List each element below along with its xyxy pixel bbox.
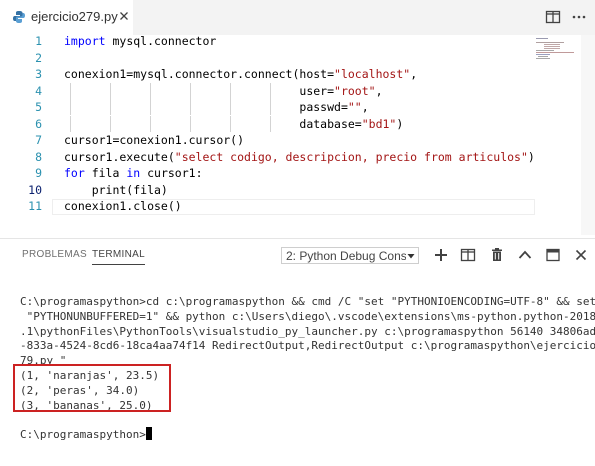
code-token: passwd= [64, 100, 348, 114]
line-number: 4 [35, 83, 42, 98]
more-actions-icon[interactable] [571, 9, 587, 25]
line-number-gutter: 1 2 3 4 5 6 7 8 9 10 11 [0, 34, 52, 235]
code-token: database= [64, 116, 362, 131]
indent-guide [230, 115, 231, 132]
code-keyword: import [64, 34, 106, 48]
indent-guide [110, 115, 111, 132]
code-token: user= [64, 83, 335, 98]
terminal-line-text: -833a-4524-8cd6-18ca4aa74f14 RedirectOut… [20, 339, 595, 353]
code-keyword: for [64, 166, 85, 180]
line-number: 5 [35, 100, 42, 114]
terminal-line: "PYTHONUNBUFFERED=1" && python c:\Users\… [20, 309, 595, 324]
code-string: "select codigo, descripcion, precio from… [174, 149, 528, 164]
indent-guide [270, 115, 271, 132]
terminal-select[interactable]: 2: Python Debug Consc [281, 247, 419, 264]
close-panel-icon[interactable] [573, 247, 589, 263]
indent-guide [70, 115, 71, 132]
indent-guide [110, 99, 111, 115]
code-token: , [410, 67, 418, 81]
code-line: conexion1.close() [64, 198, 182, 215]
code-line: cursor1.execute("select codigo, descripc… [64, 149, 535, 166]
indent-guide [70, 99, 71, 115]
tab-terminal[interactable]: TERMINAL [92, 249, 145, 265]
indent-guide [190, 82, 191, 99]
code-line: import mysql.connector [64, 33, 216, 50]
chevron-up-icon[interactable] [517, 247, 533, 263]
code-token: conexion1.close() [64, 199, 182, 213]
terminal-line: -833a-4524-8cd6-18ca4aa74f14 RedirectOut… [20, 338, 595, 353]
trash-icon[interactable] [489, 247, 505, 263]
line-number: 6 [35, 116, 42, 131]
terminal-line-text: "PYTHONUNBUFFERED=1" && python c:\Users\… [20, 309, 595, 323]
line-number: 2 [35, 50, 42, 65]
code-line: conexion1=mysql.connector.connect(host="… [64, 66, 417, 83]
line-number: 11 [28, 199, 42, 213]
code-string: "localhost" [334, 67, 411, 81]
code-line: database="bd1") [64, 116, 403, 133]
code-token: print(fila) [64, 182, 168, 197]
dropdown-arrow-icon [407, 254, 415, 259]
indent-guide [150, 115, 151, 132]
code-token: cursor1: [140, 166, 203, 180]
split-terminal-icon[interactable] [460, 247, 476, 263]
line-number: 7 [35, 133, 42, 147]
terminal-line-text: .1\pythonFiles\PythonTools\visualstudio_… [20, 324, 595, 338]
code-line: print(fila) [64, 182, 168, 199]
code-string: "" [347, 100, 362, 114]
terminal-line: .1\pythonFiles\PythonTools\visualstudio_… [20, 324, 595, 339]
code-token: cursor1=conexion1.cursor() [64, 133, 245, 147]
code-editor[interactable]: 1 2 3 4 5 6 7 8 9 10 11 import mysql.connector cone… [0, 33, 595, 235]
maximize-panel-icon[interactable] [545, 247, 561, 263]
code-string: "bd1" [361, 116, 397, 131]
close-icon[interactable] [116, 8, 132, 24]
indent-guide [190, 115, 191, 132]
code-token: mysql.connector [105, 34, 217, 48]
code-token: ) [396, 116, 404, 131]
split-editor-icon[interactable] [545, 9, 561, 25]
indent-guide [270, 82, 271, 99]
editor-tab-bar: ejercicio279.py [0, 0, 595, 35]
output-highlight-box [13, 364, 171, 412]
terminal-cursor [145, 427, 152, 441]
new-terminal-icon[interactable] [433, 247, 449, 263]
terminal-line-text: C:\programaspython> [20, 428, 146, 442]
line-number: 3 [35, 67, 42, 81]
indent-guide [230, 99, 231, 115]
indent-guide [190, 99, 191, 115]
code-line: cursor1=conexion1.cursor() [64, 132, 244, 149]
terminal-line: C:\programaspython> [20, 427, 152, 442]
code-keyword: in [126, 166, 141, 180]
line-number: 1 [35, 34, 42, 48]
code-line: for fila in cursor1: [64, 165, 203, 182]
code-token: conexion1=mysql.connector.connect(host= [64, 67, 335, 81]
line-number: 9 [35, 166, 42, 180]
code-string: "root" [334, 83, 376, 98]
line-number: 8 [35, 149, 42, 164]
terminal-line: C:\programaspython>cd c:\programaspython… [20, 294, 595, 309]
code-token: fila [84, 166, 127, 180]
line-number: 10 [28, 182, 42, 197]
editor-vertical-scrollbar[interactable] [581, 35, 595, 235]
code-line: user="root", [64, 83, 383, 100]
tab-ejercicio279[interactable]: ejercicio279.py [0, 0, 133, 35]
terminal-line-text: C:\programaspython>cd c:\programaspython… [20, 295, 595, 308]
indent-guide [150, 82, 151, 99]
indent-guide [270, 99, 271, 115]
python-file-icon [13, 11, 25, 23]
code-token: , [361, 100, 369, 114]
indent-guide [150, 99, 151, 115]
minimap[interactable] [534, 35, 580, 235]
code-token: , [375, 83, 383, 98]
tab-problemas[interactable]: PROBLEMAS [22, 249, 87, 260]
code-token: cursor1.execute( [64, 149, 175, 164]
terminal-select-value: 2: Python Debug Consc [286, 249, 406, 263]
indent-guide [110, 82, 111, 99]
indent-guide [70, 82, 71, 99]
tab-filename: ejercicio279.py [31, 9, 118, 24]
indent-guide [230, 82, 231, 99]
